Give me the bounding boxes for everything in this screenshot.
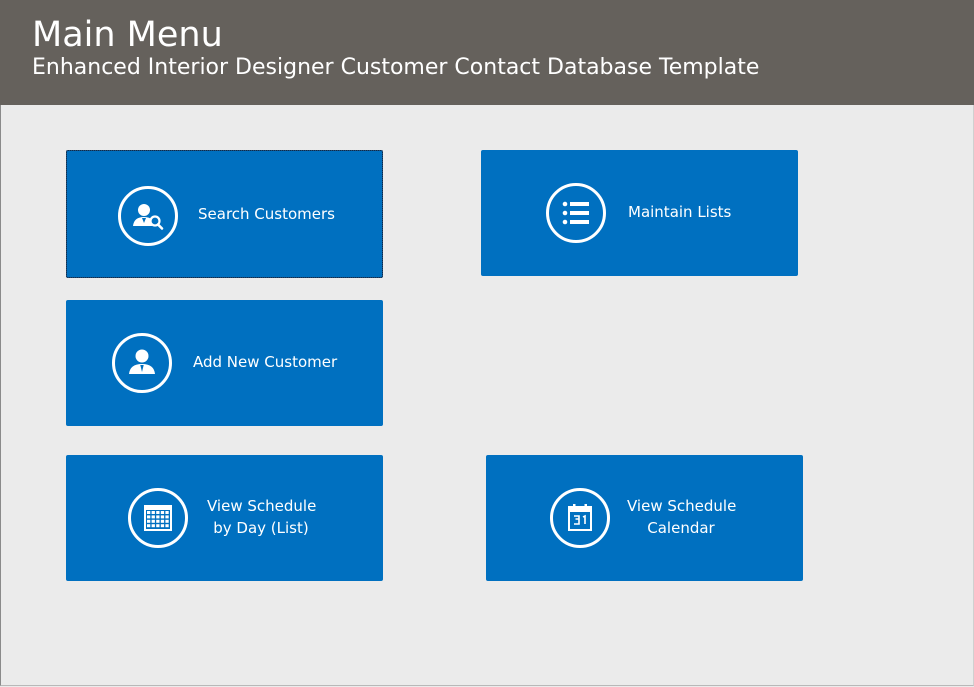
view-schedule-list-button[interactable]: View Schedule by Day (List)	[66, 455, 383, 581]
maintain-lists-label: Maintain Lists	[628, 203, 732, 221]
page-subtitle: Enhanced Interior Designer Customer Cont…	[32, 55, 760, 80]
calendar-grid-icon	[128, 488, 188, 548]
list-icon	[546, 183, 606, 243]
page-title: Main Menu	[32, 15, 223, 55]
view-schedule-calendar-button[interactable]: View Schedule Calendar	[486, 455, 803, 581]
search-customers-label: Search Customers	[198, 205, 335, 223]
header-bar: Main Menu Enhanced Interior Designer Cus…	[0, 0, 974, 105]
view-schedule-list-label: View Schedule by Day (List)	[207, 497, 317, 537]
search-customers-button[interactable]: Search Customers	[66, 150, 383, 278]
calendar-31-icon	[550, 488, 610, 548]
add-new-customer-label: Add New Customer	[193, 353, 338, 371]
search-customer-icon	[118, 186, 178, 246]
person-icon	[112, 333, 172, 393]
view-schedule-calendar-label: View Schedule Calendar	[627, 497, 737, 537]
add-new-customer-button[interactable]: Add New Customer	[66, 300, 383, 426]
maintain-lists-button[interactable]: Maintain Lists	[481, 150, 798, 276]
